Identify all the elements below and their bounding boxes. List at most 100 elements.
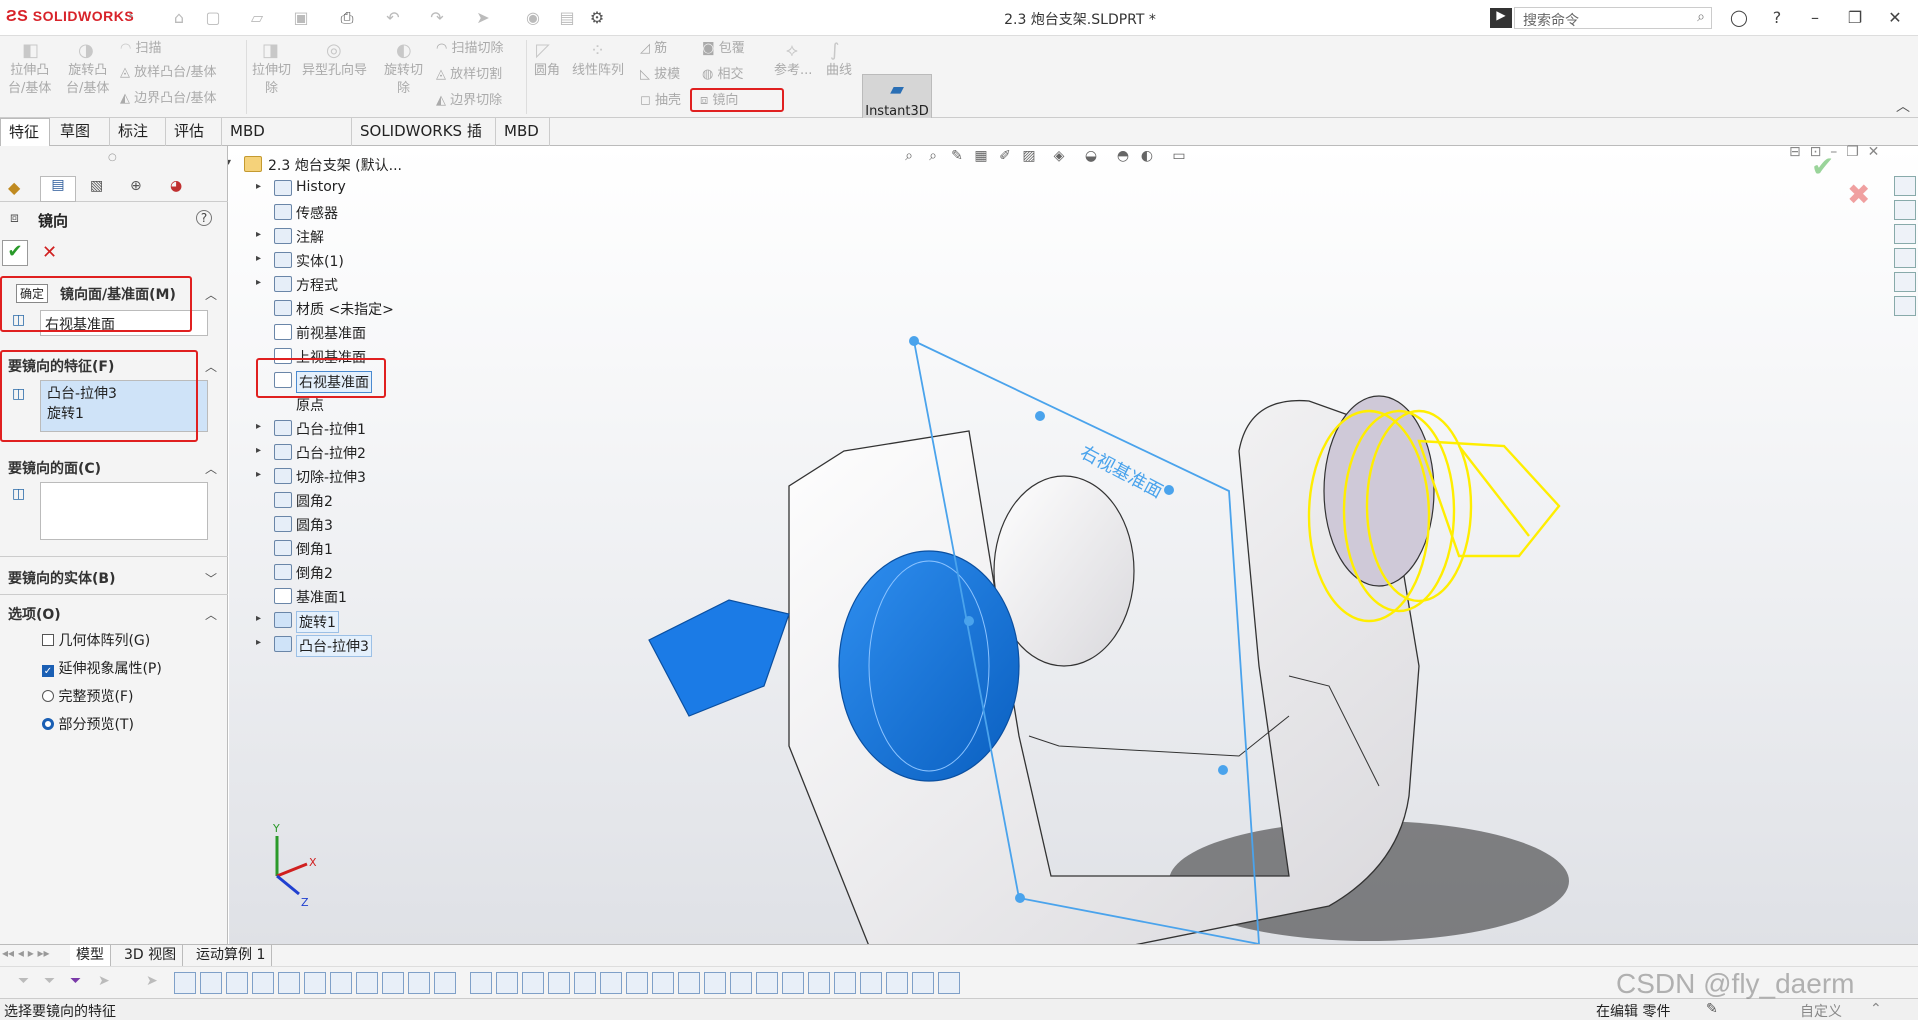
- filter-components-icon[interactable]: [834, 972, 856, 994]
- tab-mbd-dimensions[interactable]: MBD Dimensions: [222, 118, 352, 166]
- collapse-icon[interactable]: ︿: [205, 358, 217, 375]
- rebuild-icon[interactable]: ◉: [520, 7, 546, 29]
- filter-midpoints-icon[interactable]: [782, 972, 804, 994]
- ok-button[interactable]: ✔: [2, 240, 28, 266]
- expand-status-icon[interactable]: ⌃: [1870, 1001, 1882, 1017]
- options-header[interactable]: 选项(O): [8, 604, 61, 624]
- edit-appearance-icon[interactable]: ◓: [1113, 148, 1133, 168]
- boundary-cut-button[interactable]: ◭ 边界切除: [436, 92, 502, 110]
- filter-datums-icon[interactable]: [574, 972, 596, 994]
- filter-welds-icon[interactable]: [434, 972, 456, 994]
- boundary-boss-button[interactable]: ◭ 边界凸台/基体: [120, 90, 217, 108]
- filter-notes-icon[interactable]: [408, 972, 430, 994]
- confirm-corner-cancel-icon[interactable]: ✖: [1847, 178, 1870, 211]
- restore-button[interactable]: ❐: [1840, 6, 1870, 30]
- search-commands-input[interactable]: 搜索命令 ⌕: [1514, 7, 1712, 29]
- revolved-boss-button[interactable]: 旋转凸 台/基体: [66, 62, 109, 98]
- select-icon[interactable]: ➤: [470, 7, 496, 29]
- previous-view-icon[interactable]: ✎: [947, 148, 967, 168]
- tab-mbd[interactable]: MBD: [496, 118, 550, 146]
- collapse-icon[interactable]: ︿: [205, 460, 217, 477]
- draft-button[interactable]: ◺ 拔模: [640, 66, 680, 84]
- tab-motion-study[interactable]: 运动算例 1: [190, 945, 273, 967]
- curves-button[interactable]: 曲线: [826, 62, 852, 80]
- undo-icon[interactable]: ↶: [380, 7, 406, 29]
- filter-cosmetic-icon[interactable]: [600, 972, 622, 994]
- filter-pierce-icon[interactable]: [808, 972, 830, 994]
- command-search-icon[interactable]: ▶: [1490, 8, 1512, 28]
- filter-sketch-icon[interactable]: [330, 972, 352, 994]
- bodies-to-mirror-header[interactable]: 要镜向的实体(B): [8, 568, 115, 588]
- redo-icon[interactable]: ↷: [424, 7, 450, 29]
- expand-icon[interactable]: ﹀: [205, 570, 217, 587]
- filter-hatch-icon[interactable]: [678, 972, 700, 994]
- filter-faces-icon[interactable]: [226, 972, 248, 994]
- fillet-button[interactable]: 圆角: [534, 62, 560, 80]
- faces-to-mirror-list[interactable]: [40, 482, 208, 540]
- confirm-corner-ok-icon[interactable]: ✔: [1811, 150, 1834, 183]
- lofted-cut-button[interactable]: ◬ 放样切割: [436, 66, 502, 84]
- tab-sketch[interactable]: 草图: [52, 118, 110, 146]
- dynamic-annotation-icon[interactable]: ✐: [995, 148, 1015, 168]
- display-style-icon[interactable]: ◈: [1049, 148, 1069, 168]
- hole-wizard-button[interactable]: 异型孔向导: [302, 62, 367, 80]
- propertymanager-tab-icon[interactable]: ▤: [40, 176, 76, 202]
- featuremanager-tab-icon[interactable]: ◆: [8, 178, 20, 197]
- rebuild-status-icon[interactable]: ✎: [1706, 1001, 1718, 1017]
- resources-icon[interactable]: [1894, 176, 1916, 196]
- filter-icon[interactable]: ⏷: [70, 973, 81, 989]
- close-button[interactable]: ✕: [1880, 6, 1910, 30]
- linear-pattern-button[interactable]: 线性阵列: [572, 62, 624, 80]
- plane-handle[interactable]: [909, 336, 919, 346]
- plane-handle[interactable]: [1218, 765, 1228, 775]
- options-gear-icon[interactable]: ⚙: [584, 7, 610, 29]
- new-icon[interactable]: ▢: [200, 7, 226, 29]
- apply-scene-icon[interactable]: ◐: [1137, 148, 1157, 168]
- cancel-button[interactable]: ✕: [42, 242, 57, 263]
- minimize-button[interactable]: –: [1800, 6, 1830, 30]
- filter-blocks-icon[interactable]: [626, 972, 648, 994]
- collapse-icon[interactable]: ︿: [205, 286, 217, 303]
- plane-handle[interactable]: [1015, 893, 1025, 903]
- view-settings-icon[interactable]: ▭: [1169, 148, 1189, 168]
- lofted-boss-button[interactable]: ◬ 放样凸台/基体: [120, 64, 217, 82]
- filter-edges-icon[interactable]: [200, 972, 222, 994]
- plane-handle[interactable]: [1035, 411, 1045, 421]
- hide-show-icon[interactable]: ◒: [1081, 148, 1101, 168]
- propagate-visual-checkbox[interactable]: ✓ 延伸视象属性(P): [42, 658, 162, 678]
- intersect-button[interactable]: ◍ 相交: [702, 66, 744, 84]
- extruded-cut-button[interactable]: 拉伸切除: [252, 62, 291, 98]
- filter-gtol-icon[interactable]: [522, 972, 544, 994]
- viewport-restore-icon[interactable]: ❐: [1846, 144, 1859, 160]
- custom-properties-icon[interactable]: [1894, 296, 1916, 316]
- menu-arrow-icon[interactable]: ›: [128, 8, 134, 24]
- filter-bodies-icon[interactable]: [252, 972, 274, 994]
- rib-button[interactable]: ◿ 筋: [640, 40, 667, 58]
- user-icon[interactable]: ◯: [1724, 6, 1754, 30]
- extruded-boss-button[interactable]: 拉伸凸 台/基体: [8, 62, 51, 98]
- dimxpert-tab-icon[interactable]: ⊕: [130, 178, 142, 194]
- collapse-ribbon-icon[interactable]: ︿: [1896, 96, 1910, 116]
- tab-evaluate[interactable]: 评估: [166, 118, 222, 146]
- file-properties-icon[interactable]: ▤: [554, 7, 580, 29]
- full-preview-radio[interactable]: 完整预览(F): [42, 686, 133, 706]
- reference-geometry-button[interactable]: 参考...: [774, 62, 812, 80]
- filter-curves-icon[interactable]: [886, 972, 908, 994]
- tab-scroll-icons[interactable]: ◂◂ ◂ ▸ ▸▸: [2, 946, 50, 960]
- filter-icon[interactable]: ⏷: [44, 973, 55, 989]
- open-icon[interactable]: ▱: [244, 7, 270, 29]
- shell-button[interactable]: ◻ 抽壳: [640, 92, 681, 110]
- select-icon[interactable]: ➤: [98, 973, 110, 989]
- design-library-icon[interactable]: [1894, 200, 1916, 220]
- filter-silhouette-icon[interactable]: [912, 972, 934, 994]
- filter-planes-icon[interactable]: [278, 972, 300, 994]
- filter-loops-icon[interactable]: [756, 972, 778, 994]
- display-manager-tab-icon[interactable]: ◕: [170, 178, 182, 194]
- filter-surfaces-icon[interactable]: [470, 972, 492, 994]
- zoom-to-fit-icon[interactable]: ⌕: [899, 148, 919, 168]
- save-icon[interactable]: ▣: [288, 7, 314, 29]
- help-icon[interactable]: ?: [1762, 6, 1792, 30]
- splitter-handle-icon[interactable]: ○: [108, 152, 117, 163]
- swept-boss-button[interactable]: ◠ 扫描: [120, 40, 162, 58]
- filter-mates-icon[interactable]: [730, 972, 752, 994]
